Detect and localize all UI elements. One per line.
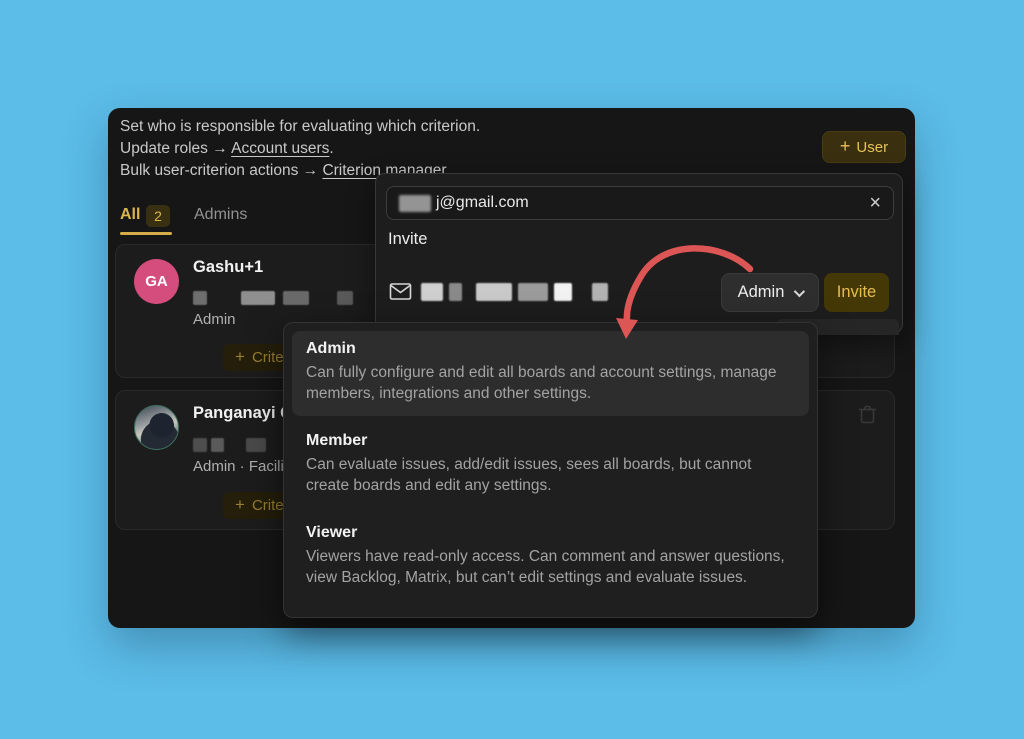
- redacted-block: [476, 283, 512, 301]
- close-icon[interactable]: ×: [869, 193, 881, 213]
- tab-admins[interactable]: Admins: [194, 206, 247, 224]
- role-selected-value: Admin: [738, 283, 785, 302]
- redacted-block: [337, 291, 353, 305]
- redacted-invitee-name: [421, 283, 608, 301]
- redacted-block: [193, 291, 207, 305]
- user-name: Gashu+1: [193, 258, 263, 277]
- redacted-block: [241, 291, 275, 305]
- chevron-down-icon: [794, 285, 805, 296]
- redacted-block: [449, 283, 462, 301]
- mail-icon: [389, 282, 412, 306]
- redacted-block: [592, 283, 608, 301]
- role-option-admin[interactable]: Admin Can fully configure and edit all b…: [292, 331, 809, 416]
- redacted-block: [554, 283, 572, 301]
- invite-email-input[interactable]: j@gmail.com ×: [386, 186, 894, 220]
- redacted-block: [246, 438, 266, 452]
- user-name: Panganayi C: [193, 404, 292, 423]
- role-option-member[interactable]: Member Can evaluate issues, add/edit iss…: [292, 423, 809, 508]
- role-options-dropdown: Admin Can fully configure and edit all b…: [283, 322, 818, 618]
- email-value: j@gmail.com: [436, 194, 869, 212]
- redacted-email: [193, 291, 353, 305]
- tab-all[interactable]: All: [120, 206, 140, 224]
- plus-icon: +: [840, 137, 851, 155]
- redacted-email-prefix: [399, 195, 431, 212]
- user-role: Admin: [193, 311, 236, 328]
- role-option-description: Can fully configure and edit all boards …: [306, 362, 788, 404]
- redacted-block: [283, 291, 309, 305]
- plus-icon: +: [235, 495, 245, 515]
- role-option-title: Admin: [306, 340, 795, 358]
- avatar: GA: [134, 259, 179, 304]
- role-option-description: Viewers have read-only access. Can comme…: [306, 546, 788, 588]
- invite-button[interactable]: Invite: [824, 273, 889, 312]
- redacted-block: [211, 438, 224, 452]
- avatar-photo: [134, 405, 179, 450]
- invite-heading: Invite: [388, 230, 427, 249]
- add-user-label: User: [856, 139, 888, 156]
- role-option-title: Member: [306, 432, 795, 450]
- add-user-button[interactable]: + User: [822, 131, 906, 163]
- redacted-block: [518, 283, 548, 301]
- active-tab-underline: [120, 232, 172, 235]
- invite-popover: j@gmail.com × Invite Admin Invite: [375, 173, 903, 334]
- tab-all-count-badge: 2: [146, 205, 170, 227]
- role-option-viewer[interactable]: Viewer Viewers have read-only access. Ca…: [292, 515, 809, 600]
- redacted-block: [193, 438, 207, 452]
- trash-icon[interactable]: [858, 404, 877, 430]
- description-line-2: Update roles → Account users.: [120, 138, 640, 160]
- role-option-description: Can evaluate issues, add/edit issues, se…: [306, 454, 788, 496]
- description-line-1: Set who is responsible for evaluating wh…: [120, 116, 640, 138]
- role-select-dropdown[interactable]: Admin: [721, 273, 819, 312]
- plus-icon: +: [235, 347, 245, 367]
- account-users-link[interactable]: Account users: [231, 140, 329, 157]
- role-option-title: Viewer: [306, 524, 795, 542]
- redacted-block: [421, 283, 443, 301]
